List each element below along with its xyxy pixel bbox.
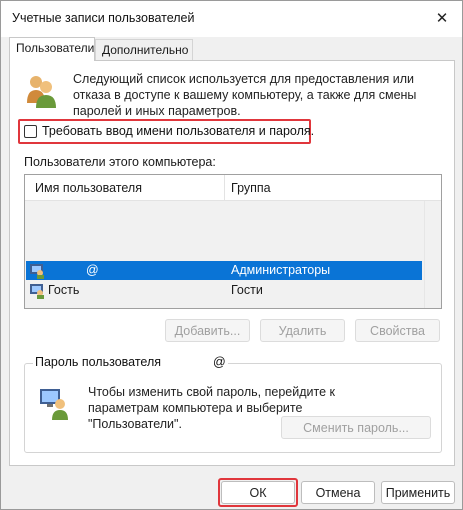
title-bar: Учетные записи пользователей ✕	[1, 1, 462, 37]
intro-text: Следующий список используется для предос…	[73, 72, 417, 118]
require-login-row[interactable]: Требовать ввод имени пользователя и паро…	[24, 124, 314, 138]
users-tab-panel: Следующий список используется для предос…	[9, 60, 455, 466]
user-group-cell: Администраторы	[231, 263, 331, 277]
users-list-caption: Пользователи этого компьютера:	[24, 155, 216, 169]
users-list-scrollbar[interactable]	[424, 201, 441, 308]
add-user-button[interactable]: Добавить...	[165, 319, 250, 342]
password-group: Пароль пользователя @ Чтобы изменить свой…	[24, 355, 442, 453]
close-icon: ✕	[435, 10, 449, 27]
tab-users[interactable]: Пользователи	[9, 37, 95, 61]
user-properties-button[interactable]: Свойства	[355, 319, 440, 342]
require-login-checkbox[interactable]	[24, 124, 37, 138]
change-password-button[interactable]: Сменить пароль...	[281, 416, 431, 439]
close-button[interactable]: ✕	[422, 1, 462, 35]
users-list-header: Имя пользователя Группа	[25, 175, 441, 201]
password-group-label: Пароль пользователя @	[33, 355, 228, 369]
password-group-title: Пароль пользователя	[35, 355, 162, 369]
user-password-icon	[40, 389, 68, 420]
user-name-cell: @	[86, 263, 99, 277]
dialog-footer: ОК Отмена Применить	[1, 467, 462, 509]
ok-button[interactable]: ОК	[221, 481, 295, 504]
user-icon	[30, 284, 44, 299]
window-title: Учетные записи пользователей	[12, 11, 195, 25]
user-group-cell: Гости	[231, 283, 263, 297]
tab-advanced[interactable]: Дополнительно	[95, 39, 193, 61]
remove-user-button[interactable]: Удалить	[260, 319, 345, 342]
user-name-cell: Гость	[48, 283, 80, 297]
users-list[interactable]: Имя пользователя Группа @ Администраторы	[24, 174, 442, 309]
column-header-username[interactable]: Имя пользователя	[35, 181, 142, 195]
user-accounts-dialog: Учетные записи пользователей ✕ Пользоват…	[0, 0, 463, 510]
users-icon	[27, 76, 56, 108]
user-icon	[30, 264, 44, 279]
password-group-user: @	[213, 355, 226, 369]
cancel-button[interactable]: Отмена	[301, 481, 375, 504]
user-row-guest[interactable]: Гость Гости	[26, 281, 422, 300]
user-row-admin[interactable]: @ Администраторы	[26, 261, 422, 280]
column-header-group[interactable]: Группа	[231, 181, 271, 195]
column-separator[interactable]	[224, 175, 225, 201]
require-login-label: Требовать ввод имени пользователя и паро…	[42, 124, 315, 138]
apply-button[interactable]: Применить	[381, 481, 455, 504]
